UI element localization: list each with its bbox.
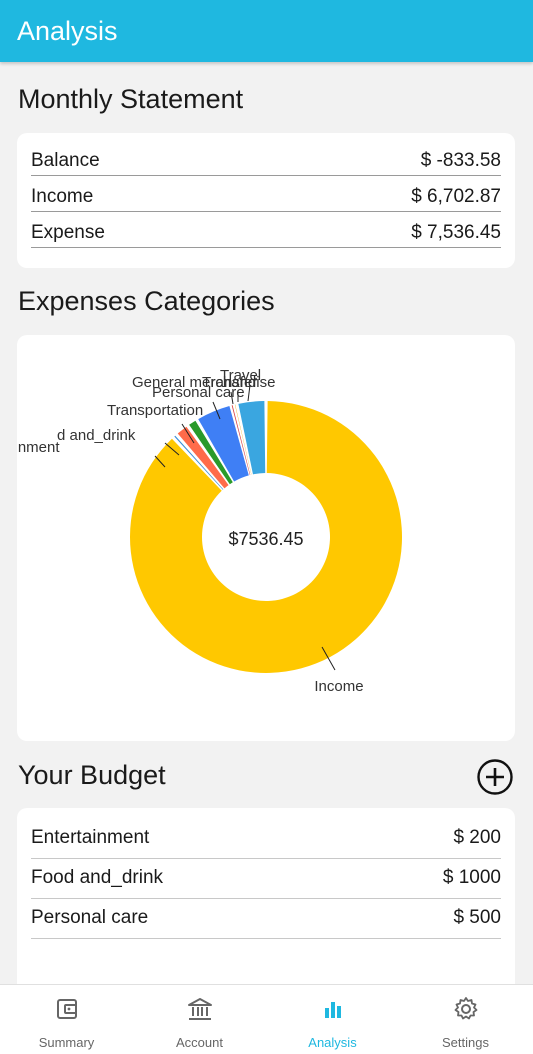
budget-item[interactable]: Personal care $ 500: [31, 899, 501, 939]
budget-item[interactable]: Entertainment $ 200: [31, 819, 501, 859]
balance-label: Balance: [31, 150, 100, 171]
gear-icon: [454, 997, 477, 1020]
expense-value: $ 7,536.45: [411, 222, 501, 243]
budget-item[interactable]: Food and_drink $ 1000: [31, 859, 501, 899]
nav-analysis-label: Analysis: [308, 1035, 357, 1050]
budget-item-label: Entertainment: [31, 827, 150, 848]
expenses-categories-title: Expenses Categories: [18, 286, 275, 316]
app-bar: Analysis: [0, 0, 533, 62]
income-value: $ 6,702.87: [411, 186, 501, 207]
budget-item-label: Personal care: [31, 907, 149, 928]
chart-center-label: $7536.45: [228, 529, 303, 549]
bottom-navigation: Summary Account Analysis Settings: [0, 984, 533, 1054]
budget-item-value: $ 500: [453, 907, 501, 928]
slice-label: rtainment: [17, 439, 60, 456]
add-budget-button[interactable]: [476, 758, 514, 796]
balance-row: Balance $ -833.58: [31, 148, 501, 176]
expenses-donut-chart: Income rtainmentd and_drink Transportation…: [0, 367, 402, 695]
slice-label: Income: [314, 678, 363, 695]
slice-label: Travel: [220, 367, 261, 384]
budget-card: Entertainment $ 200 Food and_drink $ 100…: [17, 808, 515, 984]
nav-account-label: Account: [176, 1035, 223, 1050]
expense-row: Expense $ 7,536.45: [31, 220, 501, 248]
nav-analysis[interactable]: Analysis: [266, 985, 399, 1054]
budget-item-label: Food and_drink: [31, 867, 164, 888]
balance-value: $ -833.58: [420, 150, 501, 171]
income-row: Income $ 6,702.87: [31, 184, 501, 212]
nav-summary[interactable]: Summary: [0, 985, 133, 1054]
bank-icon: [187, 998, 212, 1020]
nav-settings[interactable]: Settings: [399, 985, 532, 1054]
nav-settings-label: Settings: [442, 1035, 489, 1050]
expense-label: Expense: [31, 222, 105, 243]
monthly-statement-title: Monthly Statement: [18, 84, 244, 114]
app-title: Analysis: [17, 16, 118, 46]
nav-account[interactable]: Account: [133, 985, 266, 1054]
nav-summary-label: Summary: [38, 1035, 95, 1050]
slice-label: Transportation: [107, 402, 203, 419]
wallet-icon: [56, 999, 77, 1019]
expenses-chart-card: Income rtainmentd and_drink Transportation…: [0, 335, 515, 741]
slice-label: d and_drink: [57, 427, 136, 444]
budget-item-value: $ 1000: [442, 867, 501, 888]
add-circle-icon: [477, 759, 513, 795]
budget-item-value: $ 200: [453, 827, 501, 848]
income-label: Income: [31, 186, 94, 207]
your-budget-title: Your Budget: [18, 760, 166, 790]
monthly-statement-card: Balance $ -833.58 Income $ 6,702.87 Expe…: [17, 133, 515, 268]
bar-chart-icon: [324, 1002, 341, 1018]
